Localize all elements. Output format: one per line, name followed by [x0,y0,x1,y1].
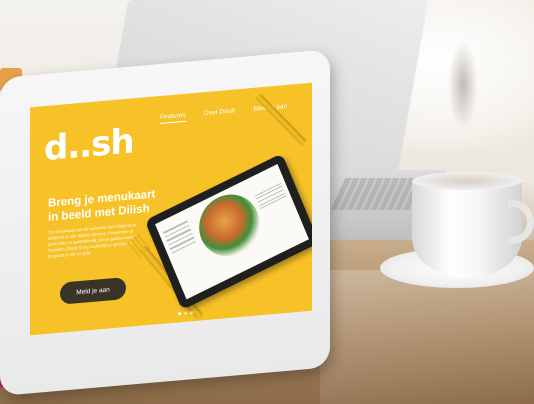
table-glare [320,270,534,404]
tablet-device: d..sh Features Over Diiish Meld je aan B… [0,49,330,396]
plant-icon [448,40,478,130]
slider-dot[interactable] [178,312,181,316]
tablet-screen: d..sh Features Over Diiish Meld je aan B… [30,82,312,336]
knife-icon [254,92,307,146]
slider-dot[interactable] [190,311,193,315]
slider-dot[interactable] [184,311,187,315]
coffee-cup-handle [508,200,534,244]
hero-body-text: Op menukaart van de toekomst met Diiish … [48,222,137,260]
signup-button[interactable]: Meld je aan [60,276,126,305]
slider-dots [178,311,193,316]
nav-item-features[interactable]: Features [160,111,186,125]
coffee-cup-icon [412,178,522,278]
mini-menu-list [162,218,197,257]
mini-dish-text [254,180,288,211]
mini-tablet-screen [155,164,309,300]
nav-item-about[interactable]: Over Diiish [204,107,236,120]
site-logo[interactable]: d..sh [44,121,134,169]
coffee-cup-rim [412,172,522,190]
